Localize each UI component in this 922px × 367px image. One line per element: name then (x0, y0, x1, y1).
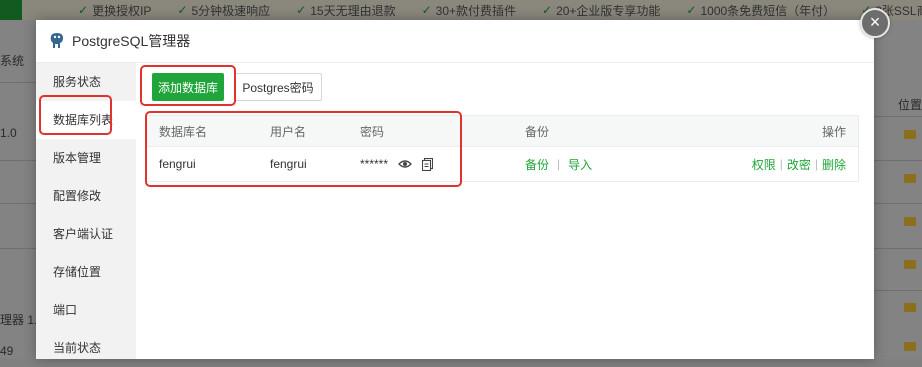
dialog-header: PostgreSQL管理器 (36, 20, 874, 63)
add-database-button[interactable]: 添加数据库 (152, 73, 224, 101)
main-content: 添加数据库 Postgres密码 数据库名 用户名 密码 备份 操作 fengr… (136, 63, 874, 359)
backup-cell: 备份 | 导入 (525, 147, 592, 181)
delete-link[interactable]: 删除 (822, 156, 846, 173)
column-header-backup: 备份 (525, 124, 550, 139)
sidebar-item-current-status[interactable]: 当前状态 (36, 329, 136, 367)
sidebar-item-storage-location[interactable]: 存储位置 (36, 253, 136, 291)
folder-icon (904, 217, 916, 226)
column-header-password: 密码 (360, 124, 385, 139)
permission-link[interactable]: 权限 (752, 156, 776, 173)
background-divider (874, 160, 922, 161)
database-name: fengrui (159, 157, 196, 171)
column-header-user: 用户名 (270, 124, 307, 139)
background-divider (874, 203, 922, 204)
sidebar-item-port[interactable]: 端口 (36, 291, 136, 329)
folder-icon (904, 303, 916, 312)
banner-green-block (0, 0, 22, 20)
background-divider (0, 160, 36, 161)
check-icon: ✓ (686, 3, 697, 17)
banner-feature: ✓ 1000条免费短信（年付） (686, 3, 836, 18)
check-icon: ✓ (542, 3, 553, 17)
check-icon: ✓ (296, 3, 307, 17)
folder-icon (904, 174, 916, 183)
eye-icon[interactable] (398, 159, 412, 169)
background-text: 理器 1. (0, 313, 38, 327)
database-user: fengrui (270, 157, 307, 171)
database-table: 数据库名 用户名 密码 备份 操作 fengrui fengrui ****** (146, 115, 859, 182)
check-icon: ✓ (78, 3, 89, 17)
postgresql-elephant-icon (48, 32, 66, 50)
banner-feature: ✓ 5分钟极速响应 (177, 3, 271, 18)
import-link[interactable]: 导入 (568, 156, 592, 173)
column-header-name: 数据库名 (159, 124, 208, 139)
table-header: 数据库名 用户名 密码 备份 操作 (146, 115, 859, 147)
sidebar: 服务状态 数据库列表 版本管理 配置修改 客户端认证 存储位置 端口 当前状态 (36, 63, 136, 359)
background-divider (874, 290, 922, 291)
folder-icon (904, 342, 916, 351)
masked-password: ****** (360, 157, 389, 171)
postgres-password-button[interactable]: Postgres密码 (234, 73, 322, 101)
sidebar-item-config-edit[interactable]: 配置修改 (36, 177, 136, 215)
background-divider (0, 203, 36, 204)
copy-icon[interactable] (422, 157, 434, 171)
background-divider (0, 82, 36, 83)
separator: | (779, 157, 783, 171)
banner-feature: ✓ 15天无理由退款 (296, 3, 396, 18)
background-column-header: 位置 (898, 98, 922, 112)
table-row: fengrui fengrui ****** 备份 | 导入 权限 | 改密 |… (146, 147, 859, 182)
background-text: 49 (0, 344, 14, 358)
actions-cell: 权限 | 改密 | 删除 (752, 147, 846, 181)
postgresql-manager-dialog: PostgreSQL管理器 服务状态 数据库列表 版本管理 配置修改 客户端认证… (36, 20, 874, 359)
check-icon: ✓ (421, 3, 432, 17)
close-icon[interactable]: × (860, 8, 890, 38)
folder-icon (904, 260, 916, 269)
password-cell: ****** (360, 147, 434, 181)
banner-feature: ✓ 30+款付费插件 (421, 3, 516, 18)
background-text: 系统 (0, 54, 25, 68)
column-header-actions: 操作 (821, 124, 846, 139)
folder-icon (904, 130, 916, 139)
sidebar-item-database-list[interactable]: 数据库列表 (36, 101, 136, 139)
background-left-column (0, 20, 36, 359)
banner-feature: ✓ 更换授权IP (78, 3, 152, 18)
sidebar-item-client-auth[interactable]: 客户端认证 (36, 215, 136, 253)
check-icon: ✓ (177, 3, 188, 17)
change-password-link[interactable]: 改密 (787, 156, 811, 173)
backup-link[interactable]: 备份 (525, 156, 549, 173)
banner-feature: ✓ 20+企业版专享功能 (542, 3, 661, 18)
promo-banner: ✓ 更换授权IP ✓ 5分钟极速响应 ✓ 15天无理由退款 ✓ 30+款付费插件 ✓ 20… (0, 0, 922, 20)
background-divider (874, 248, 922, 249)
separator: | (814, 157, 818, 171)
background-text: 1.0 (0, 126, 17, 140)
sidebar-item-version-management[interactable]: 版本管理 (36, 139, 136, 177)
sidebar-item-service-status[interactable]: 服务状态 (36, 63, 136, 101)
background-divider (0, 248, 36, 249)
background-divider (874, 116, 922, 117)
dialog-title: PostgreSQL管理器 (72, 33, 191, 49)
separator: | (557, 157, 561, 171)
